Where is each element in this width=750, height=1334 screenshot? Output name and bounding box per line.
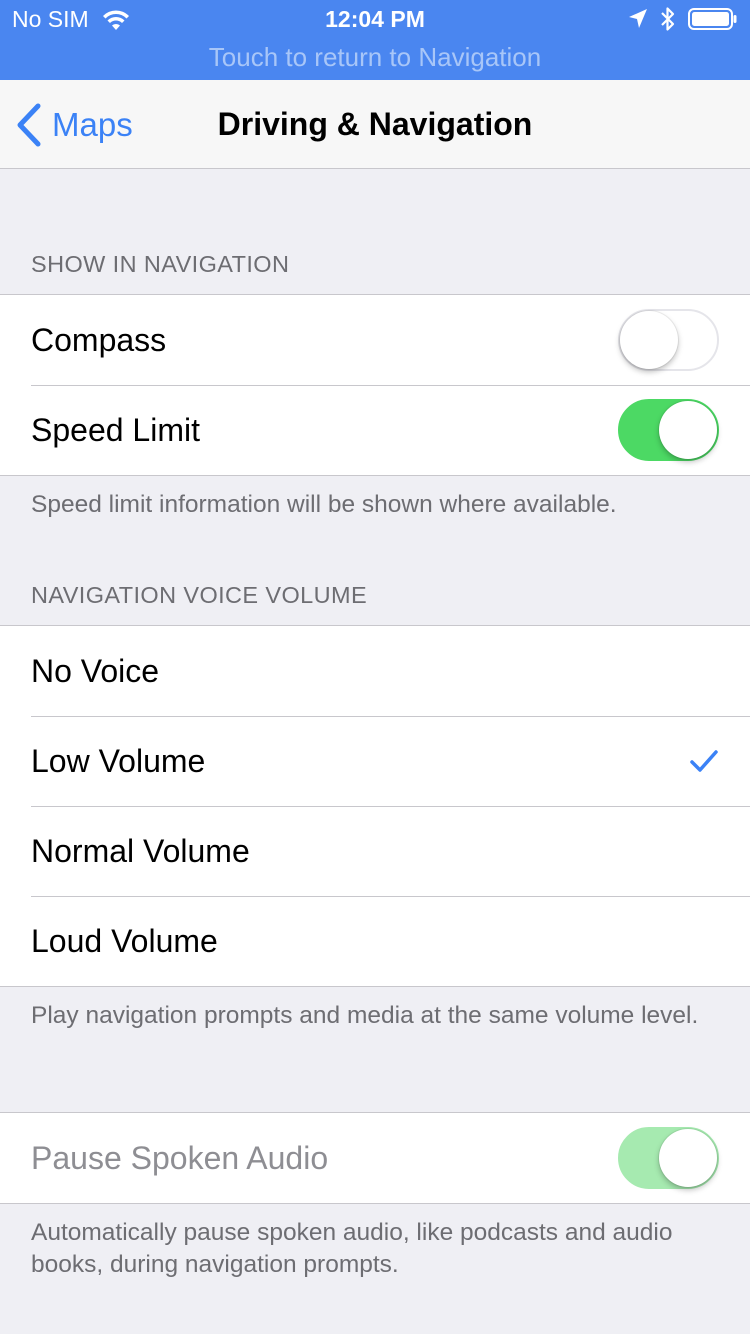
pause-spoken-audio-row[interactable]: Pause Spoken Audio xyxy=(0,1113,750,1203)
speed-limit-footer: Speed limit information will be shown wh… xyxy=(31,491,617,518)
volume-option-normal[interactable]: Normal Volume xyxy=(0,806,750,896)
pause-audio-footer: Automatically pause spoken audio, like p… xyxy=(31,1219,673,1278)
speed-limit-row[interactable]: Speed Limit xyxy=(0,385,750,475)
battery-icon xyxy=(688,8,737,30)
toggle-knob xyxy=(659,1129,717,1187)
return-to-navigation-banner[interactable]: Touch to return to Navigation xyxy=(0,42,750,73)
pause-spoken-audio-toggle[interactable] xyxy=(618,1127,719,1189)
option-label: No Voice xyxy=(31,652,160,689)
speed-limit-toggle[interactable] xyxy=(618,399,719,461)
option-label: Low Volume xyxy=(31,742,206,779)
toggle-knob xyxy=(659,401,717,459)
page-title: Driving & Navigation xyxy=(217,106,533,142)
volume-option-loud[interactable]: Loud Volume xyxy=(0,896,750,986)
status-right xyxy=(628,6,738,32)
navigation-bar: Maps Driving & Navigation xyxy=(0,80,750,169)
volume-option-low[interactable]: Low Volume xyxy=(0,716,750,806)
compass-row[interactable]: Compass xyxy=(0,295,750,385)
checkmark-icon xyxy=(690,750,718,772)
option-label: Loud Volume xyxy=(31,922,218,959)
voice-volume-group: No Voice Low Volume Normal Volume Loud V… xyxy=(0,625,750,987)
show-in-navigation-group: Compass Speed Limit xyxy=(0,294,750,476)
option-label: Normal Volume xyxy=(31,832,250,869)
settings-screen: No SIM 12:04 PM Touch to return to Navig… xyxy=(0,0,750,1334)
status-bar[interactable]: No SIM 12:04 PM Touch to return to Navig… xyxy=(0,0,750,80)
section-header-voice-volume: NAVIGATION VOICE VOLUME xyxy=(31,582,368,608)
compass-toggle[interactable] xyxy=(618,309,719,371)
voice-volume-footer: Play navigation prompts and media at the… xyxy=(31,1002,699,1029)
bluetooth-icon xyxy=(661,7,675,31)
pause-audio-group: Pause Spoken Audio xyxy=(0,1112,750,1204)
section-header-show-in-navigation: SHOW IN NAVIGATION xyxy=(31,251,290,277)
location-arrow-icon xyxy=(629,9,647,28)
volume-option-no-voice[interactable]: No Voice xyxy=(0,626,750,716)
toggle-knob xyxy=(620,311,678,369)
